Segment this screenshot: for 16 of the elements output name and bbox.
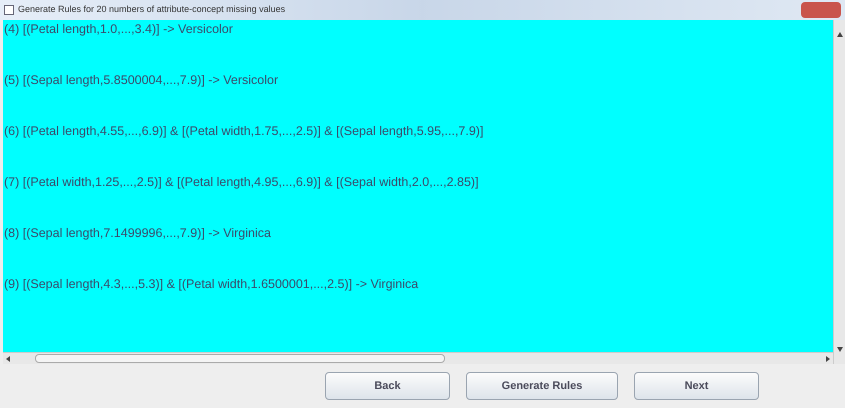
rule-text: (6) [(Petal length,4.55,...,6.9)] & [(Petal width,1.75,...,2.5)] & [(Sepal length,5.95,...,7.9)]: [4, 123, 484, 140]
rule-text: (5) [(Sepal length,5.8500004,...,7.9)] -> Versicolor: [4, 72, 278, 89]
scroll-thumb[interactable]: [35, 354, 445, 363]
rule-text: (4) [(Petal length,1.0,...,3.4)] -> Versicolor: [4, 21, 233, 38]
app-icon: [4, 5, 14, 15]
rule-text: (8) [(Sepal length,7.1499996,...,7.9)] -> Virginica: [4, 225, 271, 242]
action-button[interactable]: Back: [325, 372, 450, 400]
window-title: Generate Rules for 20 numbers of attribute-concept missing values: [18, 3, 286, 16]
rule-text: (7) [(Petal width,1.25,...,2.5)] & [(Petal length,4.95,...,6.9)] & [(Sepal width,2.0,...,2.85)]: [4, 174, 479, 191]
scroll-up-icon[interactable]: [836, 32, 842, 37]
rule-text: (9) [(Sepal length,4.3,...,5.3)] & [(Petal width,1.6500001,...,2.5)] -> Virginica: [4, 276, 418, 293]
action-button[interactable]: Generate Rules: [466, 372, 618, 400]
action-button[interactable]: Next: [634, 372, 759, 400]
horizontal-scrollbar[interactable]: [3, 352, 833, 364]
scroll-down-icon[interactable]: [836, 347, 842, 352]
vertical-scrollbar[interactable]: [833, 20, 845, 364]
